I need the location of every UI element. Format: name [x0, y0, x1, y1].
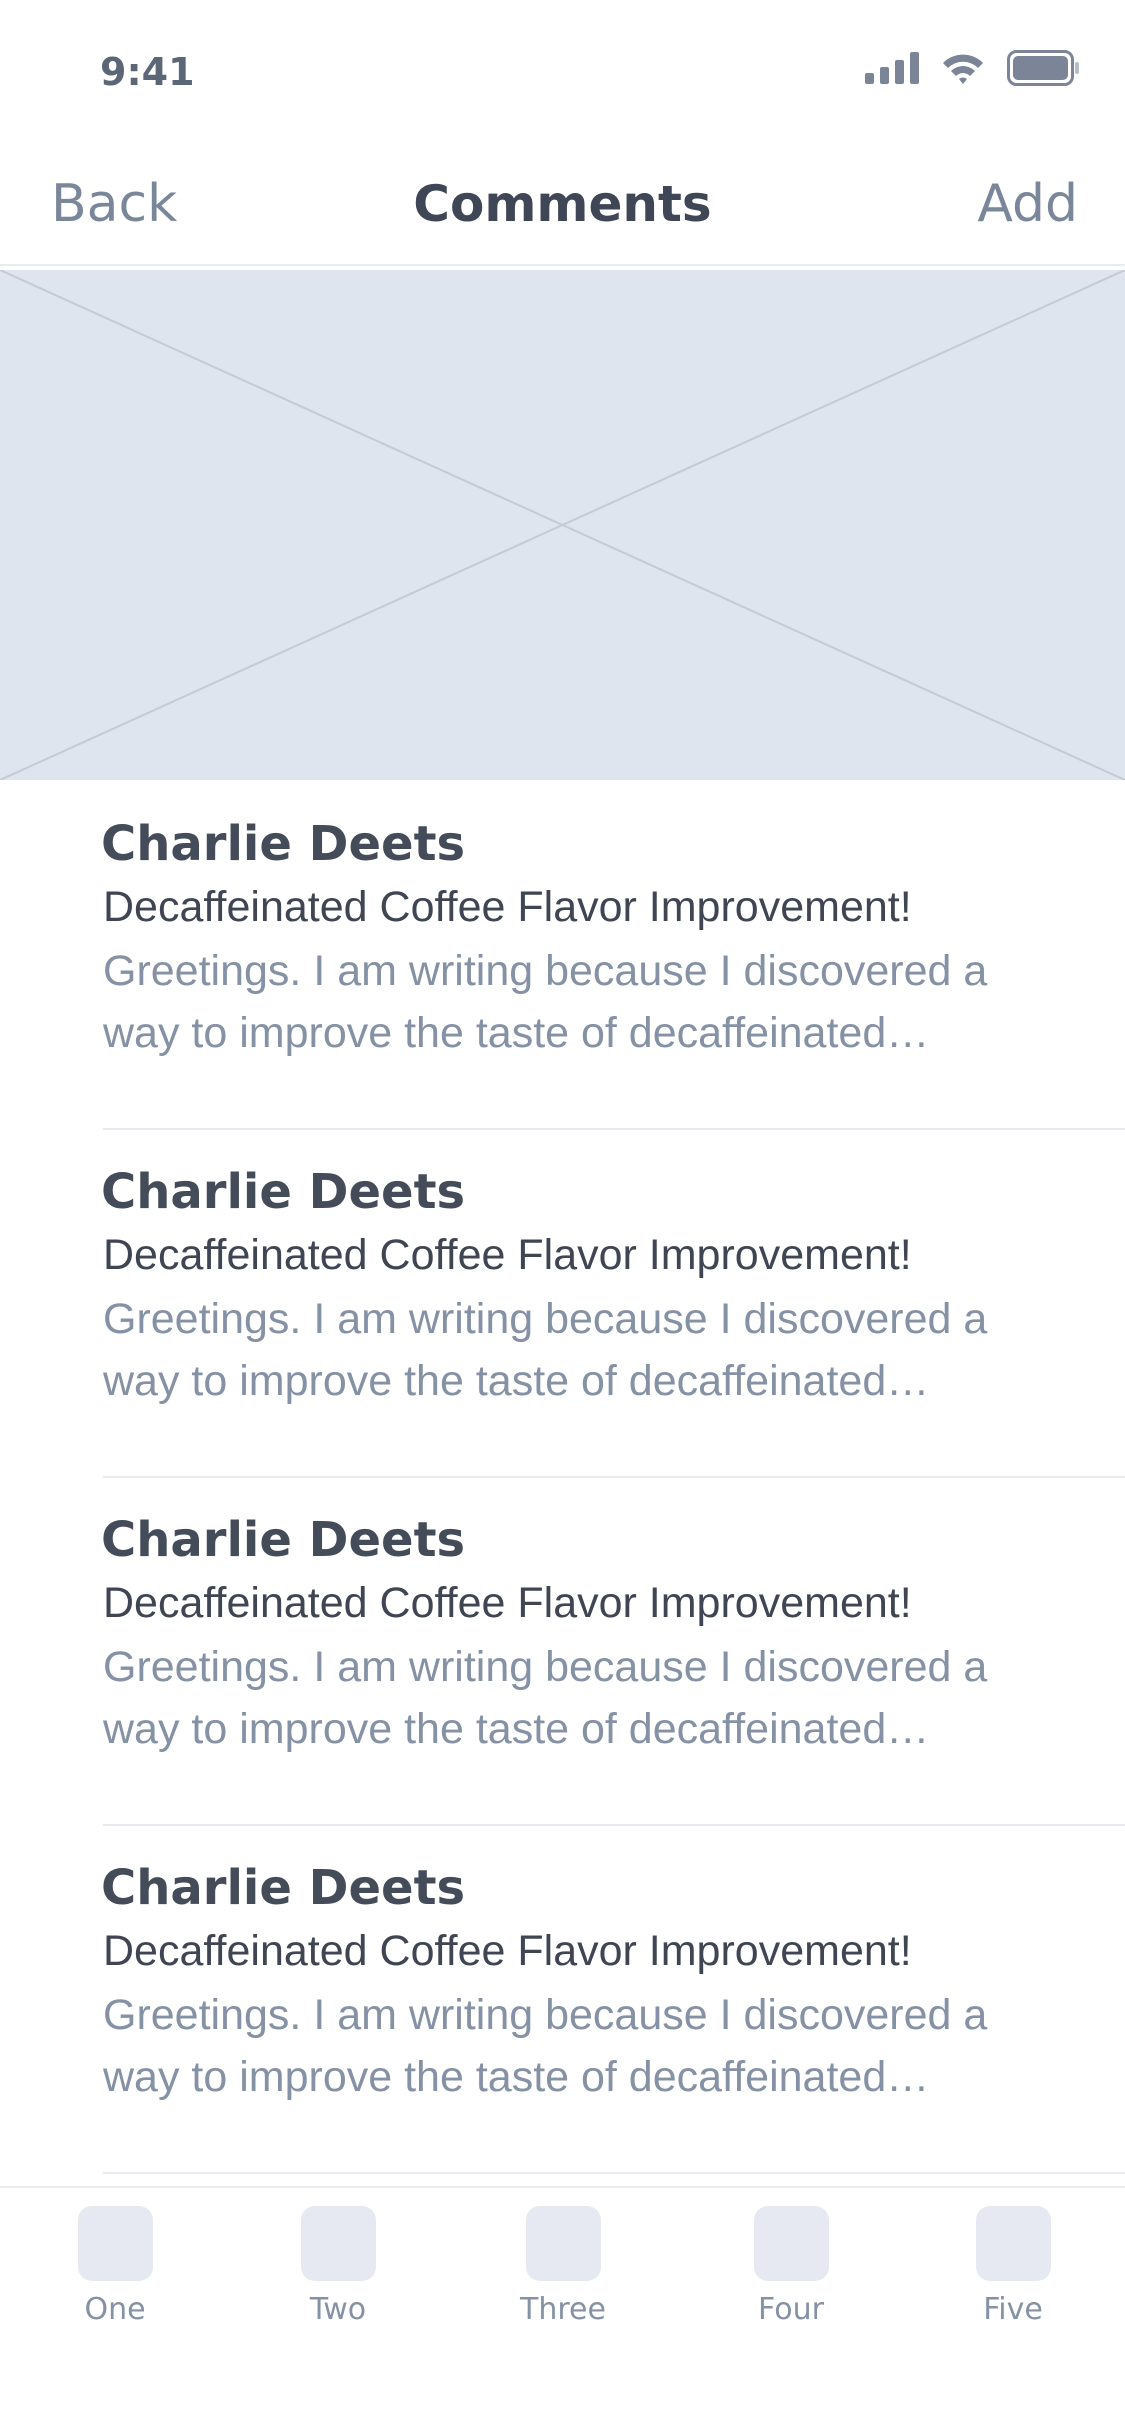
- list-item[interactable]: Charlie Deets Decaffeinated Coffee Flavo…: [0, 782, 1125, 1130]
- tab-three[interactable]: Three: [488, 2206, 638, 2346]
- status-icons: [865, 50, 1081, 86]
- comment-subject: Decaffeinated Coffee Flavor Improvement!: [103, 1927, 912, 1975]
- tab-five[interactable]: Five: [938, 2206, 1088, 2346]
- status-time: 9:41: [100, 50, 195, 94]
- comment-preview: Greetings. I am writing because I discov…: [103, 947, 988, 1057]
- battery-icon: [1007, 50, 1079, 86]
- tab-label: Three: [520, 2292, 606, 2327]
- page-title: Comments: [413, 175, 712, 233]
- placeholder-cross-icon: [0, 270, 1125, 780]
- tab-label: Four: [758, 2292, 824, 2327]
- tab-placeholder-icon: [754, 2206, 829, 2281]
- comment-subject: Decaffeinated Coffee Flavor Improvement!: [103, 1579, 912, 1627]
- comment-author: Charlie Deets: [101, 1164, 466, 1220]
- comment-preview: Greetings. I am writing because I discov…: [103, 1295, 988, 1405]
- tab-bar-divider: [0, 2186, 1125, 2188]
- comments-screen: 9:41 Back Comments Add Charlie Deets Dec…: [0, 0, 1125, 2436]
- comment-subject: Decaffeinated Coffee Flavor Improvement!: [103, 1231, 912, 1279]
- comment-author: Charlie Deets: [101, 1512, 466, 1568]
- tab-placeholder-icon: [526, 2206, 601, 2281]
- tab-two[interactable]: Two: [263, 2206, 413, 2346]
- tab-placeholder-icon: [976, 2206, 1051, 2281]
- list-item[interactable]: Charlie Deets Decaffeinated Coffee Flavo…: [0, 1130, 1125, 1478]
- comment-preview: Greetings. I am writing because I discov…: [103, 1643, 988, 1753]
- comment-preview: Greetings. I am writing because I discov…: [103, 1991, 988, 2101]
- tab-label: Five: [983, 2292, 1043, 2327]
- tab-bar: One Two Three Four Five: [0, 2186, 1125, 2436]
- tab-placeholder-icon: [301, 2206, 376, 2281]
- list-item[interactable]: Charlie Deets Decaffeinated Coffee Flavo…: [0, 1478, 1125, 1826]
- tab-label: Two: [309, 2292, 367, 2327]
- tab-label: One: [84, 2292, 146, 2327]
- list-item[interactable]: Charlie Deets Decaffeinated Coffee Flavo…: [0, 1826, 1125, 2174]
- comment-author: Charlie Deets: [101, 1860, 466, 1916]
- nav-divider: [0, 264, 1125, 266]
- comment-author: Charlie Deets: [101, 816, 466, 872]
- list-divider: [103, 2172, 1125, 2174]
- tab-four[interactable]: Four: [716, 2206, 866, 2346]
- tab-placeholder-icon: [78, 2206, 153, 2281]
- add-button[interactable]: Add: [977, 160, 1078, 248]
- image-placeholder: [0, 270, 1125, 780]
- navigation-bar: Back Comments Add: [0, 160, 1125, 264]
- cellular-signal-icon: [865, 52, 919, 84]
- wifi-icon: [943, 54, 983, 84]
- comment-subject: Decaffeinated Coffee Flavor Improvement!: [103, 883, 912, 931]
- tab-one[interactable]: One: [40, 2206, 190, 2346]
